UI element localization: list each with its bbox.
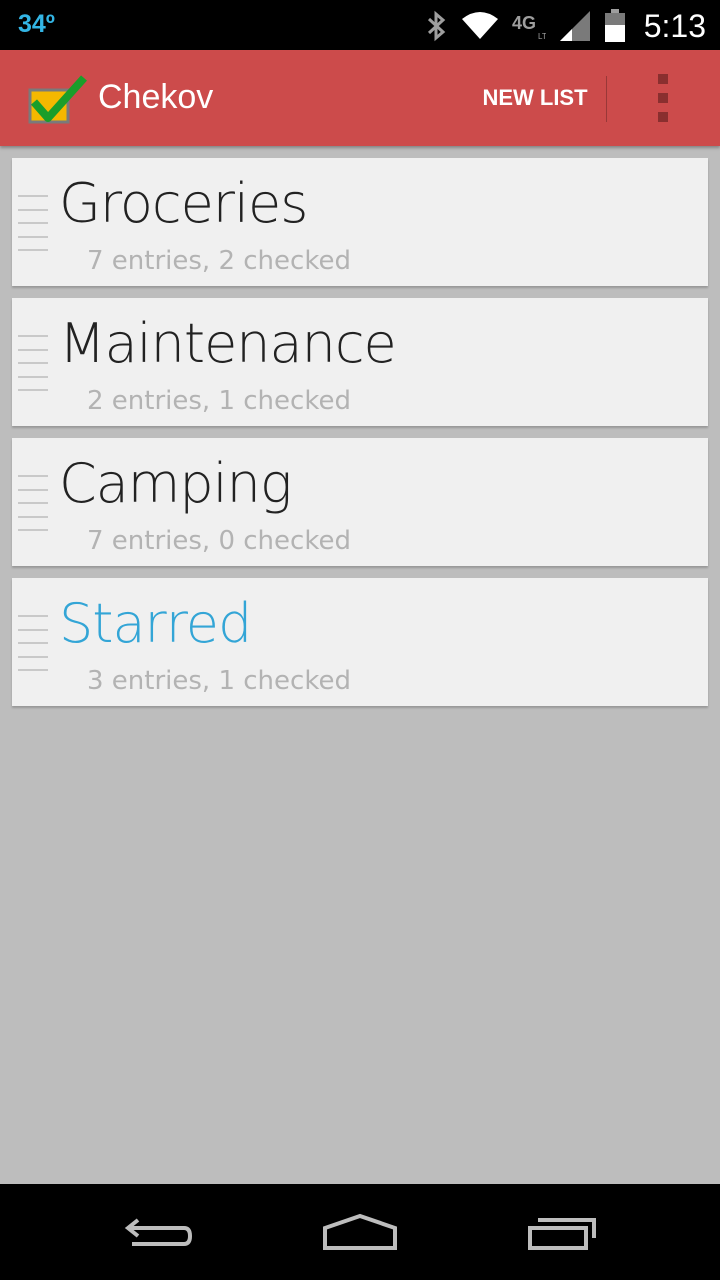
overflow-menu-icon[interactable] [630,50,696,146]
status-icons: 4GLTE 5:13 [426,6,706,46]
svg-text:LTE: LTE [538,32,546,41]
list-name: Starred [59,592,252,655]
action-bar: Chekov NEW LIST [0,50,720,146]
list-name: Groceries [59,172,308,235]
list-item-starred[interactable]: Starred 3 entries, 1 checked [12,578,708,706]
list-name: Maintenance [59,312,397,375]
signal-icon [558,10,592,42]
list-name: Camping [59,452,292,515]
list-summary: 7 entries, 2 checked [87,246,351,276]
svg-text:4G: 4G [512,13,536,33]
battery-icon [604,9,626,43]
checkbox-logo-icon[interactable] [26,74,88,126]
temperature: 34º [18,10,55,38]
list-item-maintenance[interactable]: Maintenance 2 entries, 1 checked [12,298,708,426]
4g-lte-icon: 4GLTE [512,11,546,41]
home-icon[interactable] [300,1184,420,1280]
list-summary: 3 entries, 1 checked [87,666,351,696]
drag-handle-icon[interactable] [18,615,48,671]
new-list-button[interactable]: NEW LIST [470,50,600,146]
bluetooth-icon [426,10,448,42]
app-title: Chekov [98,78,214,116]
list-item-groceries[interactable]: Groceries 7 entries, 2 checked [12,158,708,286]
list-summary: 7 entries, 0 checked [87,526,351,556]
checklist-list: Groceries 7 entries, 2 checked Maintenan… [12,158,708,718]
list-summary: 2 entries, 1 checked [87,386,351,416]
list-item-camping[interactable]: Camping 7 entries, 0 checked [12,438,708,566]
recent-apps-icon[interactable] [502,1184,622,1280]
drag-handle-icon[interactable] [18,475,48,531]
drag-handle-icon[interactable] [18,195,48,251]
drag-handle-icon[interactable] [18,335,48,391]
clock: 5:13 [643,7,706,44]
action-divider [606,76,607,122]
navigation-bar [0,1184,720,1280]
back-icon[interactable] [100,1184,220,1280]
wifi-icon [460,11,500,41]
status-bar: 34º 4GLTE 5:13 [0,0,720,50]
